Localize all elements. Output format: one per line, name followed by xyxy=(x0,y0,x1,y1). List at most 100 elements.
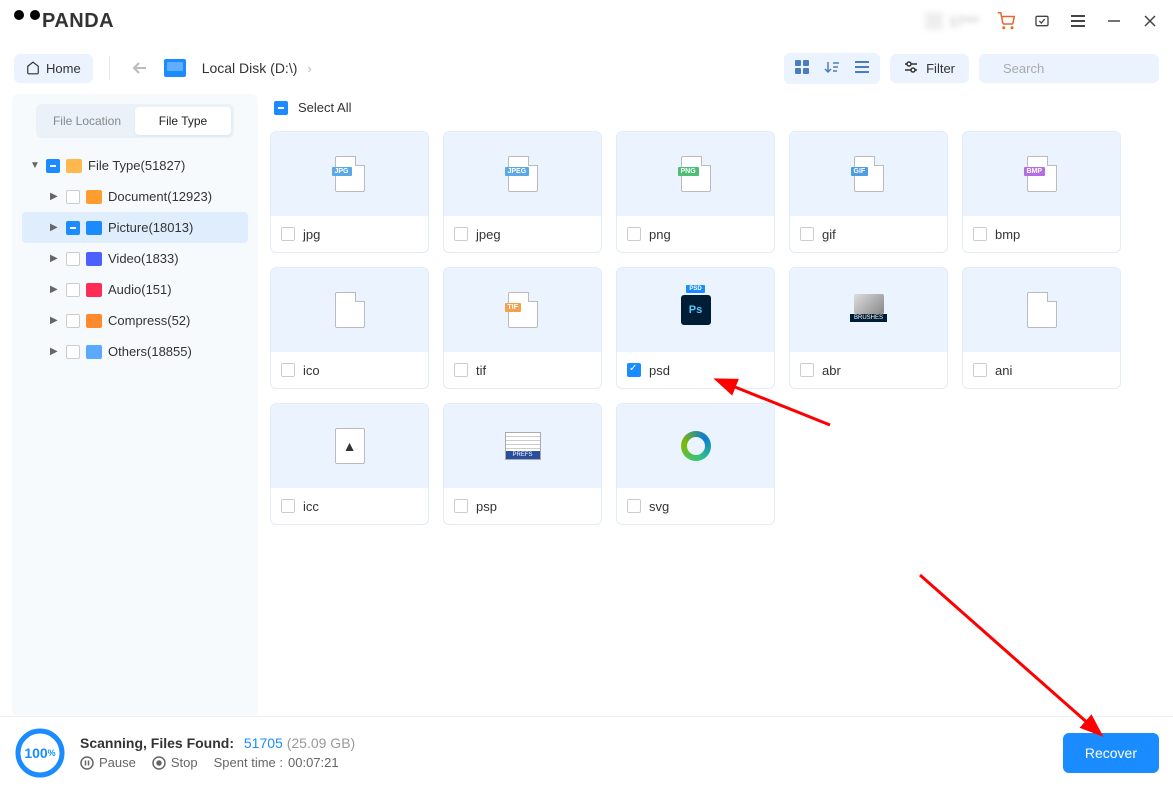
filetype-card-bmp[interactable]: BMP bmp xyxy=(962,131,1121,253)
filetype-preview: Ps xyxy=(617,268,774,352)
tree-item-picture[interactable]: ▶ Picture(18013) xyxy=(22,212,248,243)
search-input[interactable] xyxy=(1003,61,1173,76)
filetype-checkbox[interactable] xyxy=(973,363,987,377)
tab-file-type[interactable]: File Type xyxy=(135,107,231,135)
stop-button[interactable]: Stop xyxy=(152,755,198,770)
filetype-label: ico xyxy=(303,363,320,378)
filetype-card-jpeg[interactable]: JPEGjpeg xyxy=(443,131,602,253)
filetype-checkbox[interactable] xyxy=(281,499,295,513)
tree-item-video[interactable]: ▶ Video(1833) xyxy=(22,243,248,274)
filetype-label: icc xyxy=(303,499,319,514)
filetype-preview: GIF xyxy=(790,132,947,216)
filetype-card-ani[interactable]: ani xyxy=(962,267,1121,389)
filetype-label: bmp xyxy=(995,227,1020,242)
audio-icon xyxy=(86,283,102,297)
checkbox[interactable] xyxy=(66,345,80,359)
folder-icon xyxy=(66,159,82,173)
tab-file-location[interactable]: File Location xyxy=(39,107,135,135)
checkbox[interactable] xyxy=(66,314,80,328)
filetype-preview: JPG xyxy=(271,132,428,216)
recover-button[interactable]: Recover xyxy=(1063,733,1159,773)
checkbox[interactable] xyxy=(66,252,80,266)
caret-right-icon: ▶ xyxy=(50,346,60,357)
checkbox-indeterminate[interactable] xyxy=(66,221,80,235)
filetype-card-tif[interactable]: TIF tif xyxy=(443,267,602,389)
app-logo: PANDA xyxy=(14,10,114,33)
scan-status-text: Scanning, Files Found: 51705 (25.09 GB) xyxy=(80,735,355,751)
filetype-card-svg[interactable]: svg xyxy=(616,403,775,525)
filetype-checkbox[interactable] xyxy=(973,227,987,241)
disk-icon xyxy=(164,59,186,77)
tree-item-audio[interactable]: ▶ Audio(151) xyxy=(22,274,248,305)
filetype-card-jpg[interactable]: JPG jpg xyxy=(270,131,429,253)
filetype-checkbox[interactable] xyxy=(627,363,641,377)
cart-icon[interactable] xyxy=(997,12,1015,30)
filetype-card-gif[interactable]: GIFgif xyxy=(789,131,948,253)
close-button[interactable] xyxy=(1141,12,1159,30)
select-all-checkbox[interactable] xyxy=(274,101,288,115)
tree-item-compress[interactable]: ▶ Compress(52) xyxy=(22,305,248,336)
progress-ring: 100% xyxy=(14,727,66,779)
search-box[interactable] xyxy=(979,54,1159,83)
filetype-label: png xyxy=(649,227,671,242)
checkbox[interactable] xyxy=(66,283,80,297)
pause-button[interactable]: Pause xyxy=(80,755,136,770)
filetype-checkbox[interactable] xyxy=(627,227,641,241)
filetype-preview: TIF xyxy=(444,268,601,352)
filter-button[interactable]: Filter xyxy=(890,54,969,83)
avatar-icon xyxy=(925,12,943,30)
caret-right-icon: ▶ xyxy=(50,315,60,326)
filetype-preview xyxy=(617,404,774,488)
checkbox-indeterminate[interactable] xyxy=(46,159,60,173)
filetype-checkbox[interactable] xyxy=(454,227,468,241)
filetype-preview: BMP xyxy=(963,132,1120,216)
list-view-icon[interactable] xyxy=(854,60,870,77)
filetype-label: psd xyxy=(649,363,670,378)
filetype-label: jpg xyxy=(303,227,320,242)
filetype-card-psp[interactable]: PREFSpsp xyxy=(443,403,602,525)
tree-item-document[interactable]: ▶ Document(12923) xyxy=(22,181,248,212)
filetype-checkbox[interactable] xyxy=(454,363,468,377)
menu-icon[interactable] xyxy=(1069,12,1087,30)
filetype-checkbox[interactable] xyxy=(800,227,814,241)
pause-icon xyxy=(80,756,94,770)
filetype-card-psd[interactable]: Ps psd xyxy=(616,267,775,389)
back-button[interactable] xyxy=(126,54,154,82)
feedback-icon[interactable] xyxy=(1033,12,1051,30)
filetype-checkbox[interactable] xyxy=(627,499,641,513)
home-icon xyxy=(26,61,40,75)
filetype-card-ico[interactable]: ico xyxy=(270,267,429,389)
filetype-preview: JPEG xyxy=(444,132,601,216)
minimize-button[interactable] xyxy=(1105,12,1123,30)
filetype-preview: PREFS xyxy=(444,404,601,488)
filetype-preview: PNG xyxy=(617,132,774,216)
filetype-preview: BRUSHES xyxy=(790,268,947,352)
checkbox[interactable] xyxy=(66,190,80,204)
filetype-checkbox[interactable] xyxy=(281,363,295,377)
caret-right-icon: ▶ xyxy=(50,284,60,295)
grid-view-icon[interactable] xyxy=(794,59,810,78)
others-icon xyxy=(86,345,102,359)
filetype-card-png[interactable]: PNG png xyxy=(616,131,775,253)
picture-icon xyxy=(86,221,102,235)
caret-right-icon: ▶ xyxy=(50,222,60,233)
caret-down-icon: ▼ xyxy=(30,160,40,171)
filetype-label: tif xyxy=(476,363,486,378)
filetype-checkbox[interactable] xyxy=(454,499,468,513)
view-mode-group xyxy=(784,53,880,84)
filetype-card-abr[interactable]: BRUSHESabr xyxy=(789,267,948,389)
breadcrumb-path[interactable]: Local Disk (D:\) xyxy=(202,60,298,76)
filetype-label: ani xyxy=(995,363,1012,378)
user-info[interactable]: 17*** xyxy=(925,12,979,30)
sort-icon[interactable] xyxy=(824,60,840,77)
compress-icon xyxy=(86,314,102,328)
tree-root-filetype[interactable]: ▼ File Type(51827) xyxy=(22,150,248,181)
filter-icon xyxy=(904,61,918,75)
filetype-checkbox[interactable] xyxy=(281,227,295,241)
tree-item-others[interactable]: ▶ Others(18855) xyxy=(22,336,248,367)
filetype-card-icc[interactable]: ▲icc xyxy=(270,403,429,525)
home-button[interactable]: Home xyxy=(14,54,93,83)
chevron-right-icon: › xyxy=(307,61,311,76)
filetype-checkbox[interactable] xyxy=(800,363,814,377)
filetype-label: svg xyxy=(649,499,669,514)
